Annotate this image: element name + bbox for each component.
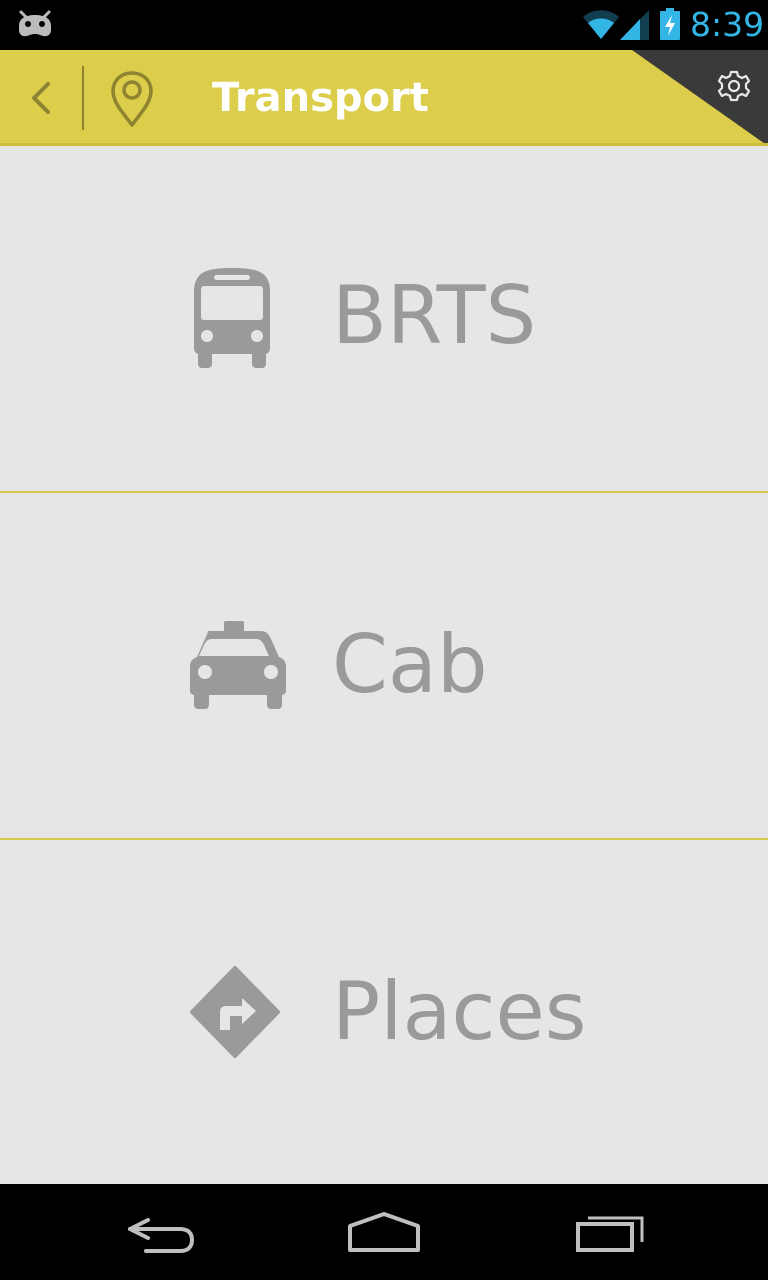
- signal-icon: [620, 10, 649, 40]
- back-icon[interactable]: [22, 72, 62, 124]
- status-time: 8:39: [690, 5, 765, 44]
- status-bar: 8:39: [0, 0, 768, 50]
- wifi-icon: [583, 10, 619, 39]
- action-bar-divider: [82, 66, 84, 130]
- battery-icon: [660, 8, 680, 40]
- menu-item-places[interactable]: Places: [0, 840, 768, 1184]
- directions-icon: [190, 966, 280, 1058]
- menu-item-label: Places: [332, 965, 587, 1058]
- nav-back-icon[interactable]: [100, 1198, 220, 1266]
- menu-item-label: BRTS: [332, 269, 537, 362]
- menu-item-cab[interactable]: Cab: [0, 493, 768, 838]
- menu-item-label: Cab: [332, 618, 488, 711]
- android-icon: [19, 10, 51, 37]
- menu-item-brts[interactable]: BRTS: [0, 146, 768, 491]
- settings-icon[interactable]: [714, 66, 754, 106]
- bus-icon: [194, 268, 270, 368]
- page-title: Transport: [212, 75, 429, 121]
- nav-home-icon[interactable]: [324, 1198, 444, 1266]
- action-bar: Transport: [0, 50, 768, 146]
- location-pin-icon[interactable]: [108, 70, 156, 128]
- transport-menu: BRTS Cab Places: [0, 146, 768, 1184]
- nav-recents-icon[interactable]: [550, 1198, 670, 1266]
- navigation-bar: [0, 1184, 768, 1280]
- taxi-icon: [190, 621, 286, 709]
